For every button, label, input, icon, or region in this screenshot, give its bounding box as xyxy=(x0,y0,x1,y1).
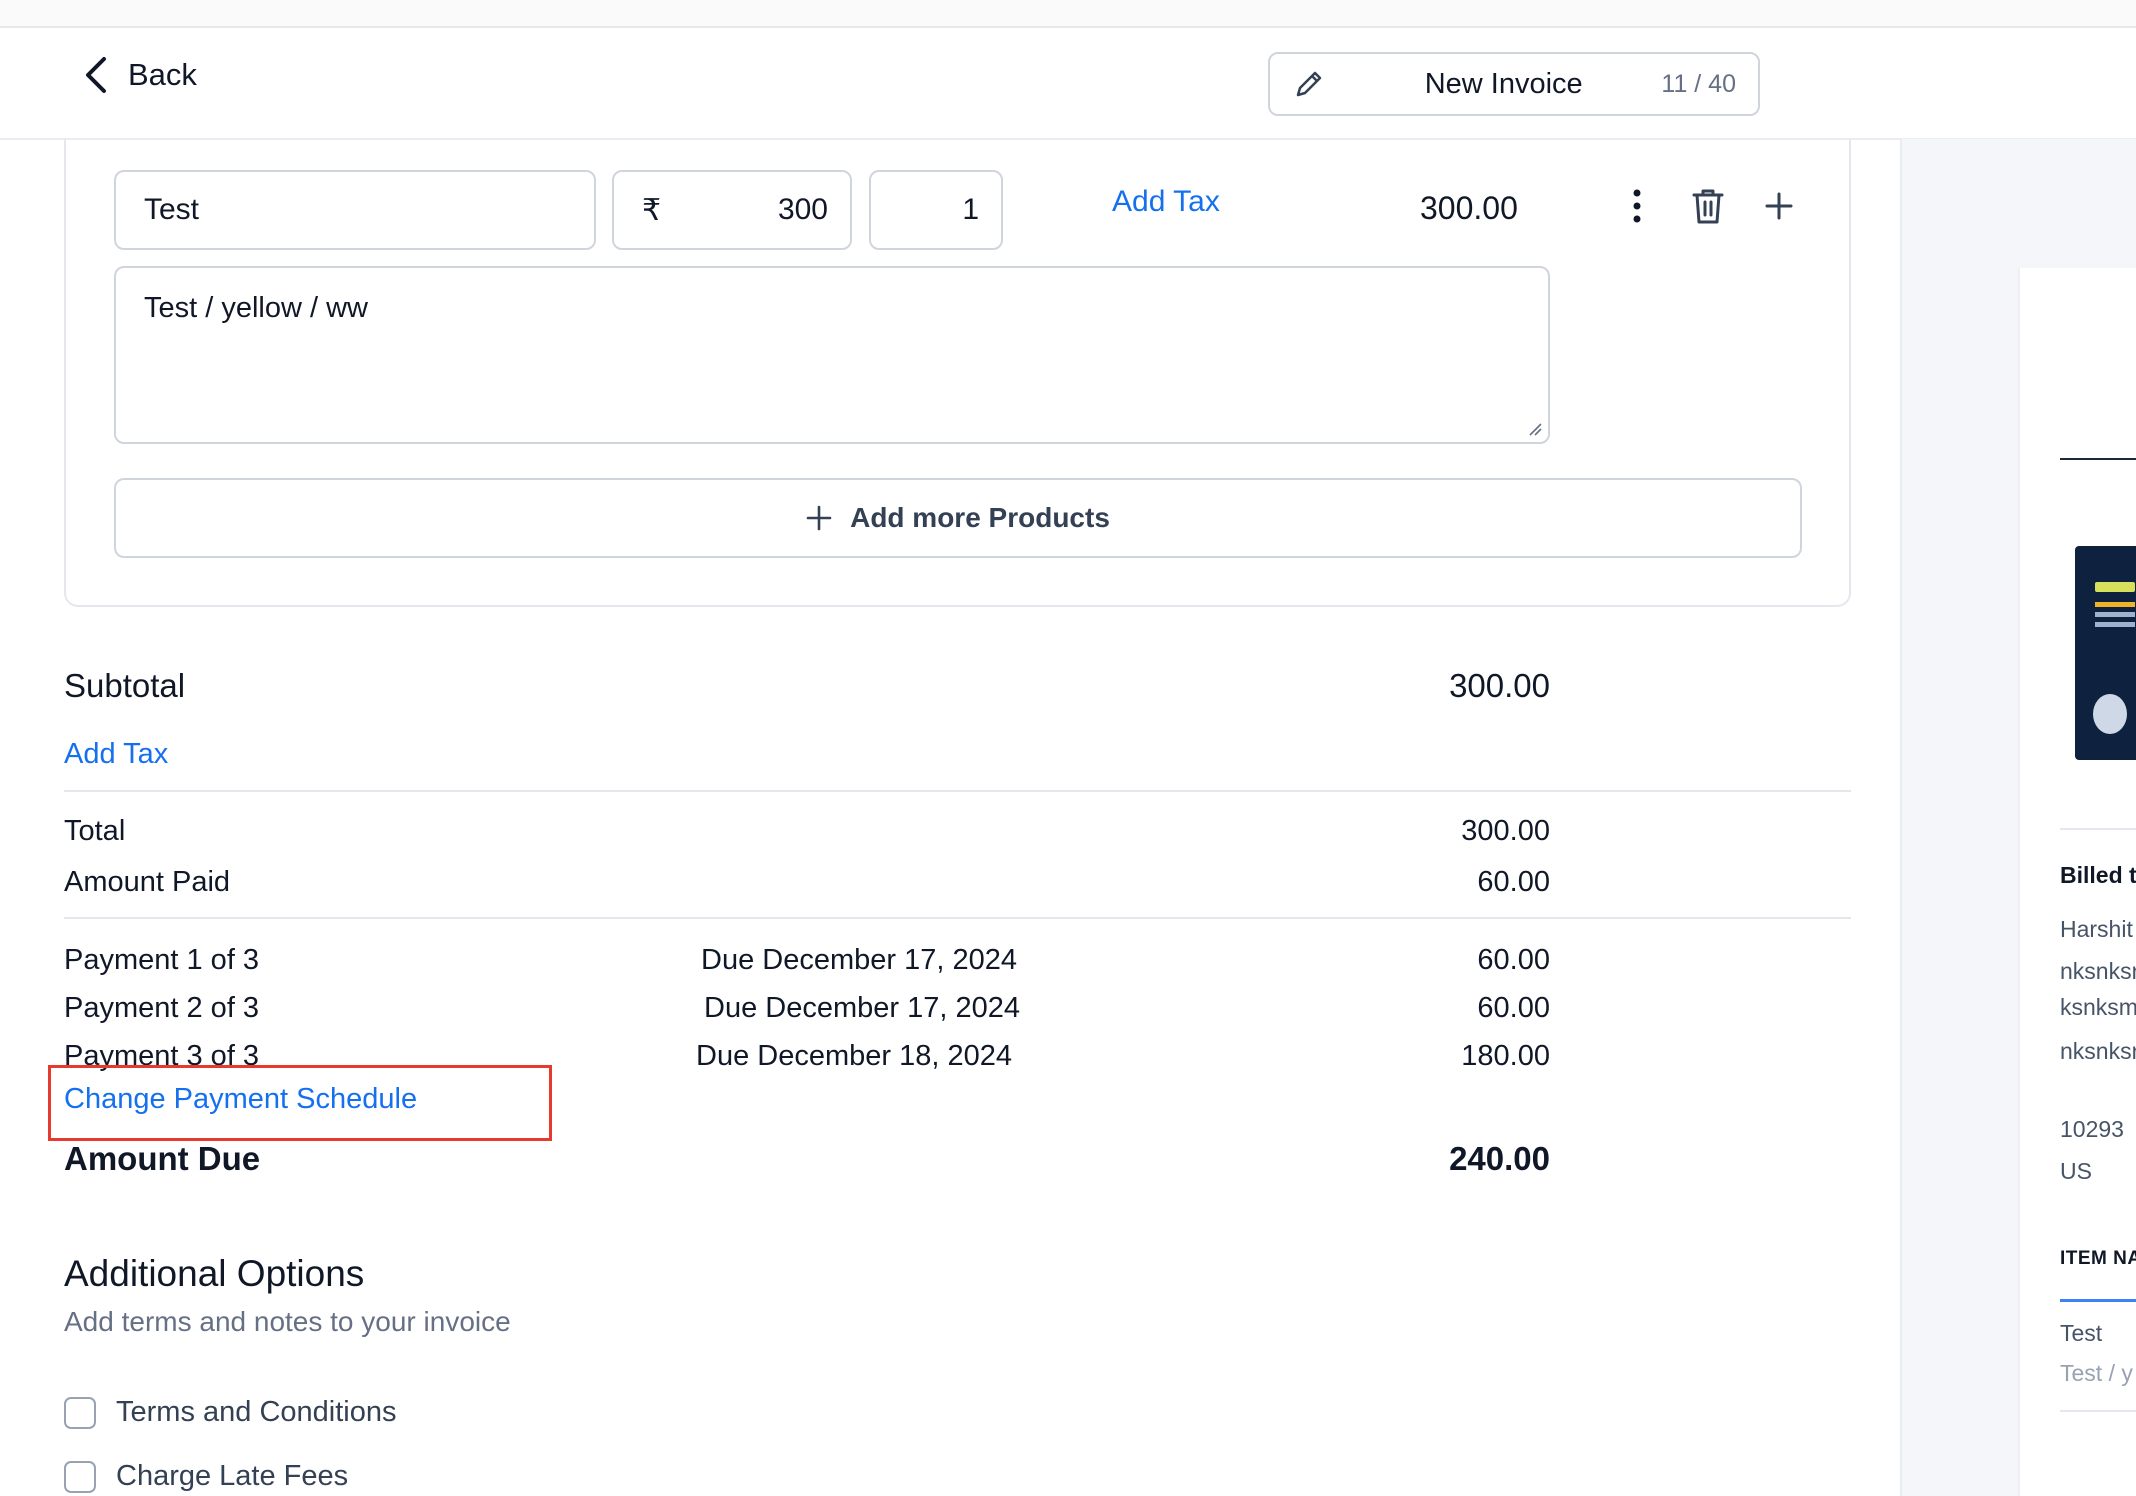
invoice-preview: Billed t Harshit nksnksr ksnksm nksnksr … xyxy=(2018,268,2136,1496)
product-name-input[interactable]: Test xyxy=(114,170,596,250)
add-tax-link[interactable]: Add Tax xyxy=(64,738,168,771)
payment-3-due: Due December 18, 2024 xyxy=(696,1040,1012,1072)
chevron-left-icon xyxy=(86,57,106,93)
additional-options-title: Additional Options xyxy=(64,1253,365,1294)
invoice-title: New Invoice xyxy=(1424,67,1583,100)
add-more-products-label: Add more Products xyxy=(850,502,1110,533)
preview-divider xyxy=(2060,828,2136,830)
amount-due-value: 240.00 xyxy=(1449,1140,1550,1177)
amount-paid-value: 60.00 xyxy=(1477,866,1550,898)
browser-tab-strip xyxy=(0,0,2136,28)
highlight-box xyxy=(48,1065,552,1141)
payment-1-amount: 60.00 xyxy=(1477,944,1550,976)
additional-options-subtitle: Add terms and notes to your invoice xyxy=(64,1306,511,1337)
trash-icon[interactable] xyxy=(1690,186,1726,226)
preview-item-name: Test xyxy=(2060,1320,2103,1346)
terms-label: Terms and Conditions xyxy=(116,1396,397,1428)
preview-divider-2 xyxy=(2060,1410,2136,1412)
business-logo xyxy=(2075,546,2136,760)
total-label: Total xyxy=(64,815,126,847)
add-more-products-button[interactable]: Add more Products xyxy=(114,478,1802,558)
preview-header-underline xyxy=(2060,1299,2136,1302)
product-quantity-value: 1 xyxy=(962,193,979,226)
payment-2-amount: 60.00 xyxy=(1477,992,1550,1024)
amount-paid-label: Amount Paid xyxy=(64,866,231,898)
total-value: 300.00 xyxy=(1461,815,1550,847)
billed-addr1: nksnksr xyxy=(2060,958,2136,984)
billed-zip: 10293 xyxy=(2060,1116,2124,1142)
amount-due-label: Amount Due xyxy=(64,1140,261,1177)
top-bar xyxy=(0,28,2136,140)
robot-icon xyxy=(2093,694,2127,734)
payment-2-due: Due December 17, 2024 xyxy=(704,992,1020,1024)
product-description-value: Test / yellow / ww xyxy=(144,292,368,324)
back-label: Back xyxy=(128,57,197,92)
payment-1-due: Due December 17, 2024 xyxy=(701,944,1017,976)
payment-3-amount: 180.00 xyxy=(1461,1040,1550,1072)
invoice-title-field[interactable]: New Invoice 11 / 40 xyxy=(1268,52,1760,116)
billed-to-label: Billed t xyxy=(2060,862,2136,888)
back-button[interactable]: Back xyxy=(82,55,197,95)
subtotal-value: 300.00 xyxy=(1449,667,1550,704)
plus-icon xyxy=(806,505,832,531)
terms-option[interactable]: Terms and Conditions xyxy=(64,1396,396,1429)
line-add-tax-link[interactable]: Add Tax xyxy=(1112,185,1220,219)
billed-addr2: ksnksm xyxy=(2060,994,2136,1020)
product-price-input[interactable]: ₹ 300 xyxy=(612,170,852,250)
billed-name: Harshit xyxy=(2060,916,2133,942)
late-fees-checkbox[interactable] xyxy=(64,1460,96,1493)
char-count: 11 / 40 xyxy=(1661,69,1736,98)
product-name-value: Test xyxy=(144,193,200,226)
summary-divider xyxy=(64,790,1851,792)
late-fees-option[interactable]: Charge Late Fees xyxy=(64,1460,348,1493)
billed-addr3: nksnksr xyxy=(2060,1038,2136,1064)
product-description-textarea[interactable]: Test / yellow / ww xyxy=(114,266,1550,444)
resize-handle-icon[interactable] xyxy=(1528,422,1542,436)
payment-2-label: Payment 2 of 3 xyxy=(64,992,260,1024)
preview-rule xyxy=(2060,458,2136,460)
item-name-header: ITEM NA xyxy=(2060,1248,2136,1269)
subtotal-label: Subtotal xyxy=(64,667,186,704)
plus-icon[interactable] xyxy=(1762,186,1796,226)
terms-checkbox[interactable] xyxy=(64,1396,96,1429)
preview-item-desc: Test / y xyxy=(2060,1360,2133,1386)
billed-country: US xyxy=(2060,1158,2092,1184)
payment-1-label: Payment 1 of 3 xyxy=(64,944,260,976)
payments-divider xyxy=(64,917,1851,919)
currency-symbol: ₹ xyxy=(642,193,662,227)
late-fees-label: Charge Late Fees xyxy=(116,1460,349,1492)
pencil-icon xyxy=(1296,71,1322,97)
product-quantity-input[interactable]: 1 xyxy=(869,170,1003,250)
line-item-total: 300.00 xyxy=(1420,190,1518,226)
more-options-icon[interactable] xyxy=(1620,186,1654,226)
product-price-value: 300 xyxy=(777,193,828,226)
